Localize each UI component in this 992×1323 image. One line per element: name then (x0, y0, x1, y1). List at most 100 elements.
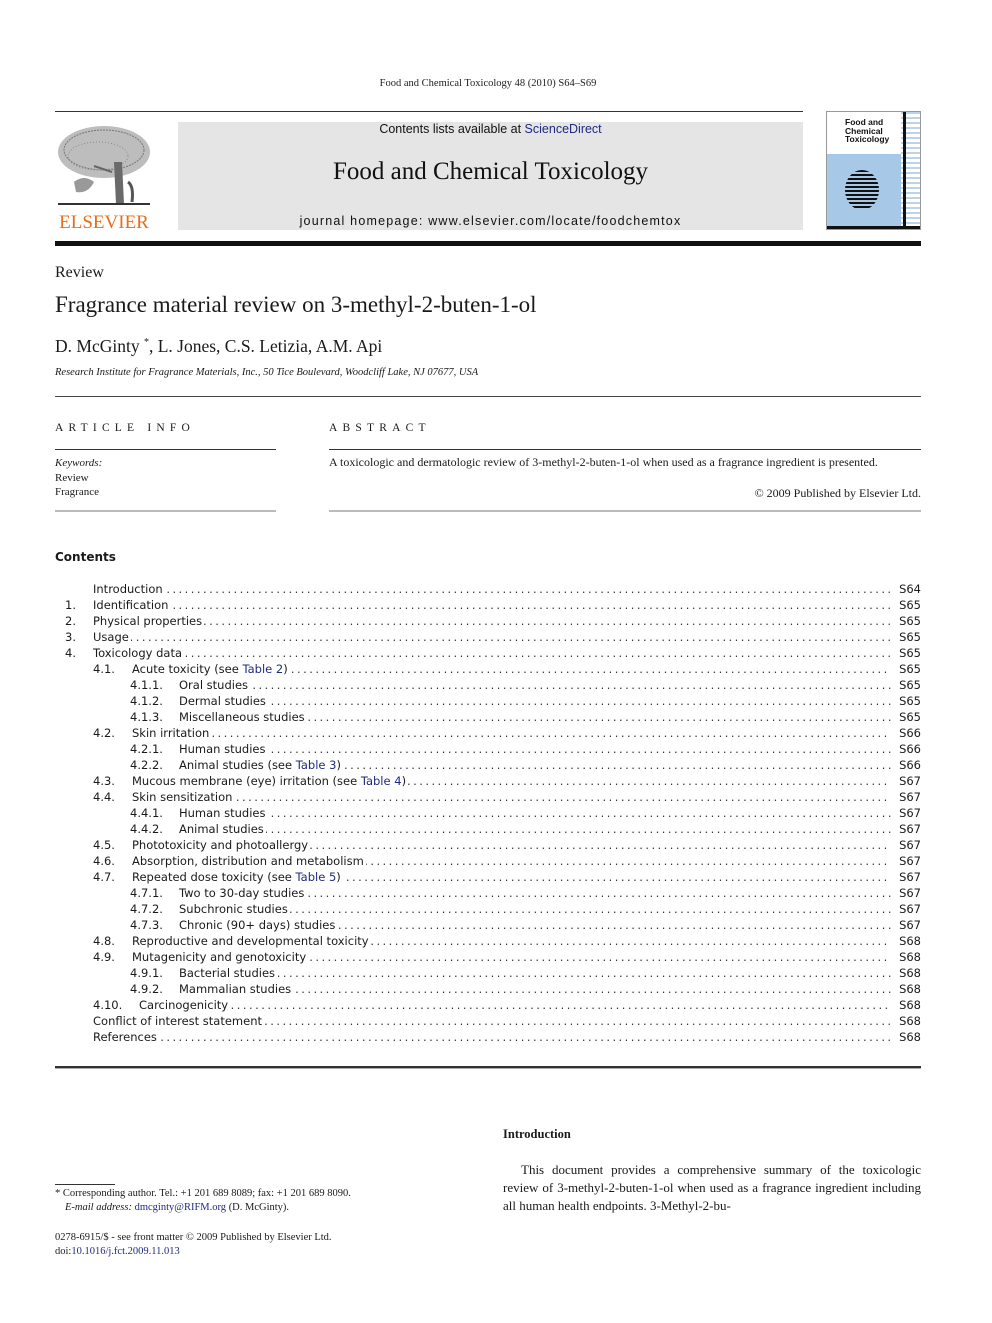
toc-entry-title[interactable]: Carcinogenicity (139, 997, 891, 1013)
toc-entry-title-text: Introduction (93, 582, 165, 596)
toc-entry-title[interactable]: Mutagenicity and genotoxicity (132, 949, 891, 965)
toc-entry-title[interactable]: Introduction (93, 581, 891, 597)
toc-entry-number: 4.7. (93, 870, 115, 884)
toc-entry-title[interactable]: Mucous membrane (eye) irritation (see Ta… (132, 773, 891, 789)
toc-title-text: Human studies (179, 742, 266, 756)
toc-entry-title[interactable]: Human studies (179, 741, 891, 757)
running-head: Food and Chemical Toxicology 48 (2010) S… (379, 78, 597, 89)
table-reference-link[interactable]: Table 4 (361, 774, 402, 788)
toc-entry[interactable]: 4.2.2. Animal studies (see Table 3) S66 (55, 757, 921, 773)
toc-entry[interactable]: 4.1.2. Dermal studies S65 (55, 693, 921, 709)
toc-entry[interactable]: 4.7.1. Two to 30-day studies S67 (55, 885, 921, 901)
toc-entry-title[interactable]: Dermal studies (179, 693, 891, 709)
journal-homepage[interactable]: journal homepage: www.elsevier.com/locat… (178, 214, 803, 228)
toc-entry-number: 4.3. (93, 774, 115, 788)
toc-entry-title[interactable]: Human studies (179, 805, 891, 821)
toc-entry[interactable]: 4.7.2. Subchronic studies S67 (55, 901, 921, 917)
toc-entry[interactable]: 4.4.2. Animal studies S67 (55, 821, 921, 837)
toc-entry-title[interactable]: Reproductive and developmental toxicity (132, 933, 891, 949)
toc-entry-title[interactable]: Mammalian studies (179, 981, 891, 997)
toc-title-suffix: ) (336, 758, 341, 772)
toc-entry[interactable]: 4.3. Mucous membrane (eye) irritation (se… (55, 773, 921, 789)
toc-entry[interactable]: 4.1. Acute toxicity (see Table 2) S65 (55, 661, 921, 677)
toc-entry-title[interactable]: Animal studies (see Table 3) (179, 757, 891, 773)
toc-entry-title-text: Oral studies (179, 678, 251, 692)
elsevier-logo[interactable]: ELSEVIER (54, 122, 154, 234)
author-name[interactable]: C.S. Letizia (225, 336, 308, 356)
email-link[interactable]: dmcginty@RIFM.org (135, 1202, 226, 1213)
toc-entry-title[interactable]: Conflict of interest statement (93, 1013, 891, 1029)
toc-entry-page: S65 (899, 694, 921, 708)
toc-entry[interactable]: 4.6. Absorption, distribution and metabol… (55, 853, 921, 869)
toc-entry-title[interactable]: Animal studies (179, 821, 891, 837)
toc-entry-number: 4.5. (93, 838, 115, 852)
toc-title-text: Mucous membrane (eye) irritation (see (132, 774, 361, 788)
toc-entry-number: 4.1.1. (130, 678, 163, 692)
toc-entry-title[interactable]: Bacterial studies (179, 965, 891, 981)
header-rule (55, 111, 803, 112)
toc-entry[interactable]: 4.5. Phototoxicity and photoallergy S67 (55, 837, 921, 853)
toc-entry[interactable]: 4.1.1. Oral studies S65 (55, 677, 921, 693)
toc-entry-page: S67 (899, 918, 921, 932)
toc-entry-title[interactable]: Identification (93, 597, 891, 613)
sciencedirect-link[interactable]: ScienceDirect (525, 122, 602, 136)
toc-entry[interactable]: 4.7.3. Chronic (90+ days) studies S67 (55, 917, 921, 933)
toc-entry[interactable]: 4.9.2. Mammalian studies S68 (55, 981, 921, 997)
toc-entry[interactable]: 4.2. Skin irritation S66 (55, 725, 921, 741)
doi-prefix: doi: (55, 1246, 72, 1257)
toc-entry[interactable]: 4.4.1. Human studies S67 (55, 805, 921, 821)
toc-entry-title-text: Physical properties (93, 614, 205, 628)
toc-entry-title[interactable]: Acute toxicity (see Table 2) (132, 661, 891, 677)
toc-entry[interactable]: 4.8. Reproductive and developmental toxic… (55, 933, 921, 949)
toc-entry[interactable]: 4.4. Skin sensitization S67 (55, 789, 921, 805)
toc-entry[interactable]: 4.2.1. Human studies S66 (55, 741, 921, 757)
toc-entry[interactable]: References S68 (55, 1029, 921, 1045)
toc-entry-page: S66 (899, 758, 921, 772)
author-name[interactable]: A.M. Api (316, 336, 383, 356)
toc-entry[interactable]: 4.9. Mutagenicity and genotoxicity S68 (55, 949, 921, 965)
toc-entry[interactable]: 2. Physical properties S65 (55, 613, 921, 629)
toc-entry-page: S67 (899, 774, 921, 788)
toc-entry-title[interactable]: Skin irritation (132, 725, 891, 741)
toc-entry[interactable]: 4. Toxicology data S65 (55, 645, 921, 661)
toc-entry[interactable]: 4.9.1. Bacterial studies S68 (55, 965, 921, 981)
toc-entry-title[interactable]: Absorption, distribution and metabolism (132, 853, 891, 869)
toc-entry-title[interactable]: Miscellaneous studies (179, 709, 891, 725)
toc-entry-title[interactable]: Skin sensitization (132, 789, 891, 805)
cover-title-line: Toxicology (845, 134, 890, 144)
toc-entry-page: S68 (899, 998, 921, 1012)
toc-entry[interactable]: 4.7. Repeated dose toxicity (see Table 5)… (55, 869, 921, 885)
footnote-text: Corresponding author. Tel.: +1 201 689 8… (62, 1188, 351, 1199)
table-reference-link[interactable]: Table 3 (296, 758, 337, 772)
journal-cover-thumbnail[interactable]: Food and Chemical Toxicology (826, 111, 921, 230)
introduction-paragraph: This document provides a comprehensive s… (503, 1162, 921, 1213)
toc-entry-title[interactable]: Oral studies (179, 677, 891, 693)
toc-entry-title-text: Animal studies (179, 822, 266, 836)
toc-entry-title[interactable]: Chronic (90+ days) studies (179, 917, 891, 933)
cover-divider (903, 112, 906, 229)
doi-link[interactable]: 10.1016/j.fct.2009.11.013 (71, 1246, 179, 1257)
toc-entry-title[interactable]: Physical properties (93, 613, 891, 629)
toc-entry-title[interactable]: References (93, 1029, 891, 1045)
table-reference-link[interactable]: Table 5 (296, 870, 337, 884)
contents-available-line: Contents lists available at ScienceDirec… (178, 122, 803, 136)
toc-entry-title[interactable]: Usage (93, 629, 891, 645)
author-name[interactable]: D. McGinty (55, 336, 140, 356)
toc-entry-title[interactable]: Toxicology data (93, 645, 891, 661)
toc-entry-page: S67 (899, 854, 921, 868)
toc-entry[interactable]: 4.1.3. Miscellaneous studies S65 (55, 709, 921, 725)
table-reference-link[interactable]: Table 2 (242, 662, 283, 676)
author-name[interactable]: L. Jones (158, 336, 216, 356)
toc-entry-title-text: Conflict of interest statement (93, 1014, 265, 1028)
toc-entry-title[interactable]: Phototoxicity and photoallergy (132, 837, 891, 853)
toc-entry-number: 4.7.3. (130, 918, 163, 932)
toc-entry-title[interactable]: Two to 30-day studies (179, 885, 891, 901)
toc-entry[interactable]: Introduction S64 (55, 581, 921, 597)
toc-entry-title[interactable]: Repeated dose toxicity (see Table 5) (132, 869, 891, 885)
toc-entry[interactable]: Conflict of interest statement S68 (55, 1013, 921, 1029)
toc-entry[interactable]: 3. Usage S65 (55, 629, 921, 645)
toc-entry[interactable]: 4.10. Carcinogenicity S68 (55, 997, 921, 1013)
toc-entry[interactable]: 1. Identification S65 (55, 597, 921, 613)
abstract-rule (329, 449, 921, 450)
toc-entry-title[interactable]: Subchronic studies (179, 901, 891, 917)
